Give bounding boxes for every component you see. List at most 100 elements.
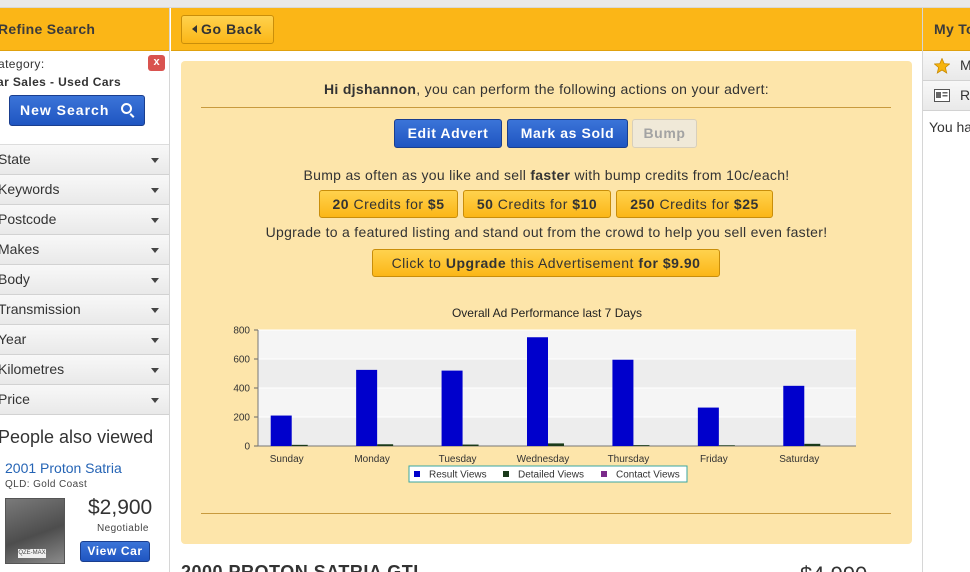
x-tick-label: Friday bbox=[700, 454, 728, 465]
filter-keywords[interactable]: Keywords bbox=[0, 175, 169, 205]
mark-as-sold-button[interactable]: Mark as Sold bbox=[507, 119, 628, 148]
related-car-location: QLD: Gold Coast bbox=[5, 479, 88, 490]
caret-down-icon bbox=[151, 308, 159, 313]
credits-20-button[interactable]: 20 Credits for $5 bbox=[319, 190, 458, 218]
filter-body[interactable]: Body bbox=[0, 265, 169, 295]
plot-band bbox=[258, 388, 856, 417]
filter-kilometres[interactable]: Kilometres bbox=[0, 355, 169, 385]
filter-label: Postcode bbox=[0, 211, 57, 227]
chart-title: Overall Ad Performance last 7 Days bbox=[452, 306, 642, 320]
filter-label: Price bbox=[0, 391, 30, 407]
x-tick-label: Tuesday bbox=[439, 454, 477, 465]
caret-down-icon bbox=[151, 278, 159, 283]
view-car-button[interactable]: View Car bbox=[80, 541, 150, 562]
people-also-viewed-title: People also viewed bbox=[0, 427, 154, 447]
filter-label: Keywords bbox=[0, 181, 60, 197]
y-tick-label: 600 bbox=[233, 355, 250, 366]
bar-detailed-views-thursday bbox=[633, 445, 650, 446]
bar-result-views-saturday bbox=[783, 385, 805, 446]
bump-text-bold: faster bbox=[530, 167, 571, 183]
upgrade-info-text: Upgrade to a featured listing and stand … bbox=[265, 224, 828, 240]
bump-text-2: with bump credits from 10c/each! bbox=[570, 167, 790, 183]
username: djshannon bbox=[342, 81, 417, 97]
x-tick-label: Monday bbox=[354, 454, 390, 465]
related-car-price: $2,900 bbox=[88, 496, 153, 519]
performance-chart: Overall Ad Performance last 7 Days 0 200 40… bbox=[181, 301, 912, 491]
bar-detailed-views-tuesday bbox=[462, 444, 479, 446]
caret-down-icon bbox=[151, 188, 159, 193]
upgrade-price: for $9.90 bbox=[638, 255, 701, 271]
search-icon bbox=[121, 103, 132, 114]
filter-year[interactable]: Year bbox=[0, 325, 169, 355]
bar-detailed-views-friday bbox=[718, 445, 735, 446]
plot-band bbox=[258, 359, 856, 388]
upgrade-advert-button[interactable]: Click to Upgrade this Advertisement for … bbox=[372, 249, 720, 277]
bar-detailed-views-saturday bbox=[804, 443, 821, 446]
my-tools-item-favourites[interactable]: M bbox=[923, 51, 970, 81]
bar-result-views-monday bbox=[356, 369, 378, 446]
credits-price: $25 bbox=[733, 196, 759, 212]
main-header-bar: Go Back bbox=[171, 8, 922, 51]
x-tick-label: Saturday bbox=[779, 454, 819, 465]
bar-detailed-views-wednesday bbox=[548, 443, 564, 446]
advert-actions-panel: Hi djshannon, you can perform the follow… bbox=[181, 61, 912, 544]
y-tick-label: 400 bbox=[233, 384, 250, 395]
filter-label: State bbox=[0, 151, 31, 167]
filter-label: Year bbox=[0, 331, 27, 347]
plot-band bbox=[258, 330, 856, 359]
remove-category-button[interactable]: x bbox=[148, 55, 165, 71]
credits-middle: Credits for bbox=[349, 196, 428, 212]
caret-down-icon bbox=[151, 338, 159, 343]
bump-info-text: Bump as often as you like and sell faste… bbox=[181, 167, 912, 183]
legend-label: Result Views bbox=[429, 470, 487, 481]
go-back-button[interactable]: Go Back bbox=[181, 15, 274, 44]
greeting-suffix: , you can perform the following actions … bbox=[416, 81, 769, 97]
credits-50-button[interactable]: 50 Credits for $10 bbox=[463, 190, 611, 218]
filter-state[interactable]: State bbox=[0, 145, 169, 175]
my-tools-item-adverts[interactable]: R bbox=[923, 81, 970, 111]
card-icon bbox=[934, 89, 950, 102]
credits-count: 50 bbox=[476, 196, 494, 212]
credits-250-button[interactable]: 250 Credits for $25 bbox=[616, 190, 773, 218]
filter-transmission[interactable]: Transmission bbox=[0, 295, 169, 325]
related-car-link[interactable]: 2001 Proton Satria bbox=[5, 460, 169, 476]
my-tools-sidebar: My To M R You ha bbox=[922, 8, 970, 572]
bar-result-views-thursday bbox=[612, 359, 634, 446]
credits-price: $5 bbox=[427, 196, 445, 212]
filter-label: Makes bbox=[0, 241, 40, 257]
filter-postcode[interactable]: Postcode bbox=[0, 205, 169, 235]
bar-result-views-friday bbox=[697, 407, 719, 446]
filter-price[interactable]: Price bbox=[0, 385, 169, 415]
upgrade-bold: Upgrade bbox=[445, 255, 507, 271]
legend-swatch bbox=[503, 471, 509, 477]
my-tools-item-label: M bbox=[960, 51, 970, 80]
credits-count: 250 bbox=[630, 196, 656, 212]
filter-label: Transmission bbox=[0, 301, 81, 317]
related-car-thumbnail[interactable]: QZE-MAX bbox=[5, 498, 65, 564]
back-arrow-icon bbox=[192, 25, 197, 33]
my-tools-text: You ha bbox=[929, 119, 970, 135]
bump-button[interactable]: Bump bbox=[632, 119, 697, 148]
listing-price: $4,990 bbox=[800, 562, 867, 572]
x-tick-label: Thursday bbox=[608, 454, 650, 465]
go-back-label: Go Back bbox=[201, 21, 262, 37]
related-car-negotiable: Negotiable bbox=[97, 523, 149, 534]
upgrade-middle: this Advertisement bbox=[506, 255, 639, 271]
category-value: ar Sales - Used Cars bbox=[0, 75, 122, 89]
listing-title: 2000 PROTON SATRIA GTI bbox=[181, 562, 419, 572]
y-tick-label: 800 bbox=[233, 326, 250, 337]
edit-advert-button[interactable]: Edit Advert bbox=[394, 119, 502, 148]
refine-search-sidebar: Refine Search ategory: ar Sales - Used C… bbox=[0, 8, 170, 572]
new-search-label: New Search bbox=[20, 102, 110, 118]
y-tick-label: 200 bbox=[233, 413, 250, 424]
filter-makes[interactable]: Makes bbox=[0, 235, 169, 265]
caret-down-icon bbox=[151, 248, 159, 253]
divider-top bbox=[201, 107, 891, 108]
bar-detailed-views-monday bbox=[377, 444, 394, 446]
divider-bottom bbox=[201, 513, 891, 514]
new-search-button[interactable]: New Search bbox=[9, 95, 145, 126]
bar-detailed-views-sunday bbox=[291, 444, 308, 446]
refine-search-title: Refine Search bbox=[0, 8, 169, 51]
bar-result-views-sunday bbox=[270, 415, 292, 446]
performance-chart-svg: Overall Ad Performance last 7 Days 0 200 40… bbox=[233, 306, 856, 483]
